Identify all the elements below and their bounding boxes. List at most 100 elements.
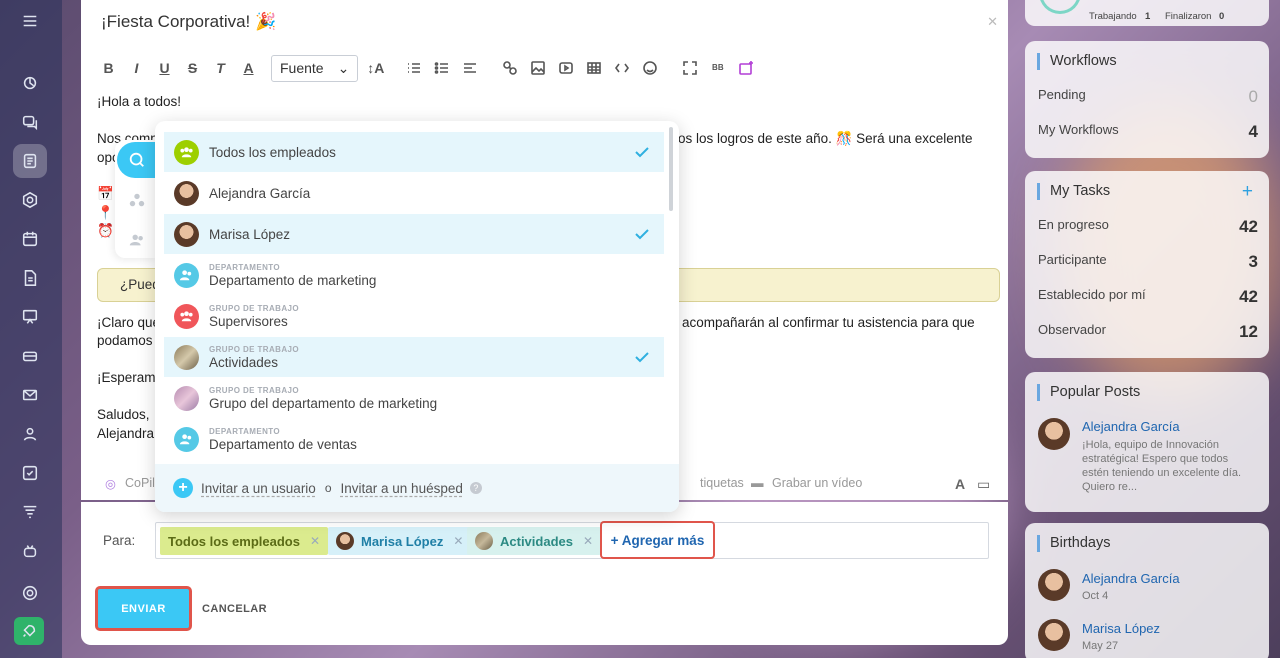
avatar[interactable] bbox=[1038, 418, 1070, 450]
recipients-panel: Para: Todos los empleados ✕ Marisa López ✕… bbox=[81, 502, 1008, 645]
hexagon-icon[interactable] bbox=[13, 183, 47, 217]
filter-icon[interactable] bbox=[13, 495, 47, 529]
users-icon[interactable] bbox=[13, 417, 47, 451]
tab-departments[interactable] bbox=[117, 182, 157, 218]
selector-tabs bbox=[115, 140, 157, 258]
widget-title[interactable]: My Tasks bbox=[1037, 183, 1110, 200]
font-select[interactable]: Fuente ⌄ bbox=[271, 54, 359, 82]
recipient-selector-popup: Todos los empleados Alejandra García Mar… bbox=[155, 121, 679, 512]
italic-icon[interactable]: I bbox=[125, 56, 148, 80]
text-color-icon[interactable]: A bbox=[237, 56, 260, 80]
send-button[interactable]: ENVIAR bbox=[95, 586, 192, 631]
table-icon[interactable] bbox=[582, 56, 605, 80]
tags-button[interactable]: tiquetas bbox=[700, 476, 744, 490]
cancel-button[interactable]: CANCELAR bbox=[202, 603, 267, 615]
tasks-icon[interactable] bbox=[13, 456, 47, 490]
bullet-list-icon[interactable] bbox=[430, 56, 453, 80]
avatar[interactable] bbox=[1038, 619, 1070, 651]
clear-format-icon[interactable]: T bbox=[209, 56, 232, 80]
widget-title[interactable]: Popular Posts bbox=[1037, 384, 1140, 401]
add-task-icon[interactable]: + bbox=[1242, 181, 1253, 203]
record-video-button[interactable]: Grabar un vídeo bbox=[772, 476, 862, 490]
widget-row[interactable]: My Workflows 4 bbox=[1038, 122, 1258, 142]
crm-icon[interactable] bbox=[13, 66, 47, 100]
board-icon[interactable] bbox=[13, 300, 47, 334]
avatar bbox=[174, 180, 199, 206]
remove-icon[interactable]: ✕ bbox=[310, 534, 320, 548]
recipients-field[interactable]: Todos los empleados ✕ Marisa López ✕ Activ… bbox=[155, 522, 989, 559]
item-label: Departamento de ventas bbox=[209, 436, 357, 452]
add-more-button[interactable]: + Agregar más bbox=[600, 521, 715, 559]
person-link[interactable]: Alejandra García bbox=[1082, 571, 1180, 586]
robot-icon[interactable] bbox=[13, 534, 47, 568]
calendar-icon[interactable] bbox=[13, 222, 47, 256]
link-icon[interactable] bbox=[498, 56, 521, 80]
person-link[interactable]: Marisa López bbox=[1082, 621, 1160, 636]
font-size-icon[interactable]: ↕A bbox=[364, 56, 387, 80]
list-item[interactable]: DEPARTAMENTO Departamento de ventas bbox=[164, 419, 664, 459]
list-item[interactable]: GRUPO DE TRABAJO Actividades bbox=[164, 337, 664, 377]
avatar bbox=[174, 385, 199, 411]
feed-icon[interactable] bbox=[13, 144, 47, 178]
image-icon[interactable] bbox=[526, 56, 549, 80]
recipient-chip[interactable]: Todos los empleados ✕ bbox=[160, 527, 329, 555]
fullscreen-icon[interactable] bbox=[678, 56, 701, 80]
widget-title[interactable]: Workflows bbox=[1037, 53, 1117, 70]
list-item[interactable]: Marisa López bbox=[164, 214, 664, 254]
author-link[interactable]: Alejandra García bbox=[1082, 419, 1180, 434]
panel-icon[interactable]: ▭ bbox=[977, 476, 990, 493]
widget-row[interactable]: Establecido por mí 42 bbox=[1038, 287, 1258, 307]
plus-icon[interactable]: + bbox=[173, 478, 193, 498]
copilot-button[interactable]: CoPil bbox=[125, 476, 155, 490]
copilot-icon[interactable]: ◎ bbox=[105, 476, 116, 491]
post-title[interactable]: ¡Fiesta Corporativa! 🎉 bbox=[101, 12, 276, 32]
widget-row[interactable]: Participante 3 bbox=[1038, 252, 1258, 272]
bold-icon[interactable]: B bbox=[97, 56, 120, 80]
remove-icon[interactable]: ✕ bbox=[453, 534, 463, 548]
menu-icon[interactable] bbox=[13, 4, 47, 38]
numbered-list-icon[interactable] bbox=[402, 56, 425, 80]
list-item[interactable]: Alejandra García bbox=[164, 173, 664, 213]
recipient-chip[interactable]: Actividades ✕ bbox=[467, 527, 602, 555]
remove-icon[interactable]: ✕ bbox=[583, 534, 593, 548]
tab-recent[interactable] bbox=[117, 142, 157, 178]
rocket-icon[interactable] bbox=[14, 617, 44, 645]
chat-icon[interactable] bbox=[13, 105, 47, 139]
tab-groups[interactable] bbox=[117, 222, 157, 258]
bbcode-icon[interactable]: BB bbox=[706, 56, 729, 80]
list-item[interactable]: GRUPO DE TRABAJO Supervisores bbox=[164, 296, 664, 336]
code-icon[interactable] bbox=[610, 56, 633, 80]
list-item[interactable]: Todos los empleados bbox=[164, 132, 664, 172]
workflows-widget: Workflows Pending 0 My Workflows 4 bbox=[1025, 41, 1269, 158]
row-count: 12 bbox=[1239, 322, 1258, 341]
emoji-icon[interactable] bbox=[638, 56, 661, 80]
item-label: Todos los empleados bbox=[209, 144, 336, 160]
check-icon bbox=[635, 229, 649, 240]
avatar[interactable] bbox=[1038, 569, 1070, 601]
underline-icon[interactable]: U bbox=[153, 56, 176, 80]
align-icon[interactable] bbox=[458, 56, 481, 80]
invite-guest-link[interactable]: Invitar a un huésped bbox=[341, 481, 463, 496]
help-icon[interactable]: ? bbox=[469, 482, 482, 494]
close-icon[interactable]: ✕ bbox=[987, 14, 998, 30]
text-format-icon[interactable]: A bbox=[955, 476, 965, 492]
scrollbar[interactable] bbox=[669, 127, 673, 211]
mail-icon[interactable] bbox=[13, 378, 47, 412]
strikethrough-icon[interactable]: S bbox=[181, 56, 204, 80]
storage-icon[interactable] bbox=[13, 339, 47, 373]
copilot-image-icon[interactable] bbox=[734, 56, 757, 80]
list-item[interactable]: GRUPO DE TRABAJO Grupo del departamento d… bbox=[164, 378, 664, 418]
widget-row[interactable]: En progreso 42 bbox=[1038, 217, 1258, 237]
widget-row[interactable]: Observador 12 bbox=[1038, 322, 1258, 342]
settings-icon[interactable] bbox=[13, 576, 47, 610]
widget-title[interactable]: Birthdays bbox=[1037, 535, 1110, 552]
camera-icon[interactable]: ▬ bbox=[751, 476, 764, 490]
post-excerpt[interactable]: ¡Hola, equipo de Innovación estratégica!… bbox=[1082, 438, 1257, 494]
docs-icon[interactable] bbox=[13, 261, 47, 295]
invite-user-link[interactable]: Invitar a un usuario bbox=[201, 481, 316, 496]
list-item[interactable]: DEPARTAMENTO Departamento de marketing bbox=[164, 255, 664, 295]
recipient-chip[interactable]: Marisa López ✕ bbox=[328, 527, 472, 555]
video-icon[interactable] bbox=[554, 56, 577, 80]
widget-row[interactable]: Pending 0 bbox=[1038, 87, 1258, 107]
avatar bbox=[336, 532, 354, 550]
